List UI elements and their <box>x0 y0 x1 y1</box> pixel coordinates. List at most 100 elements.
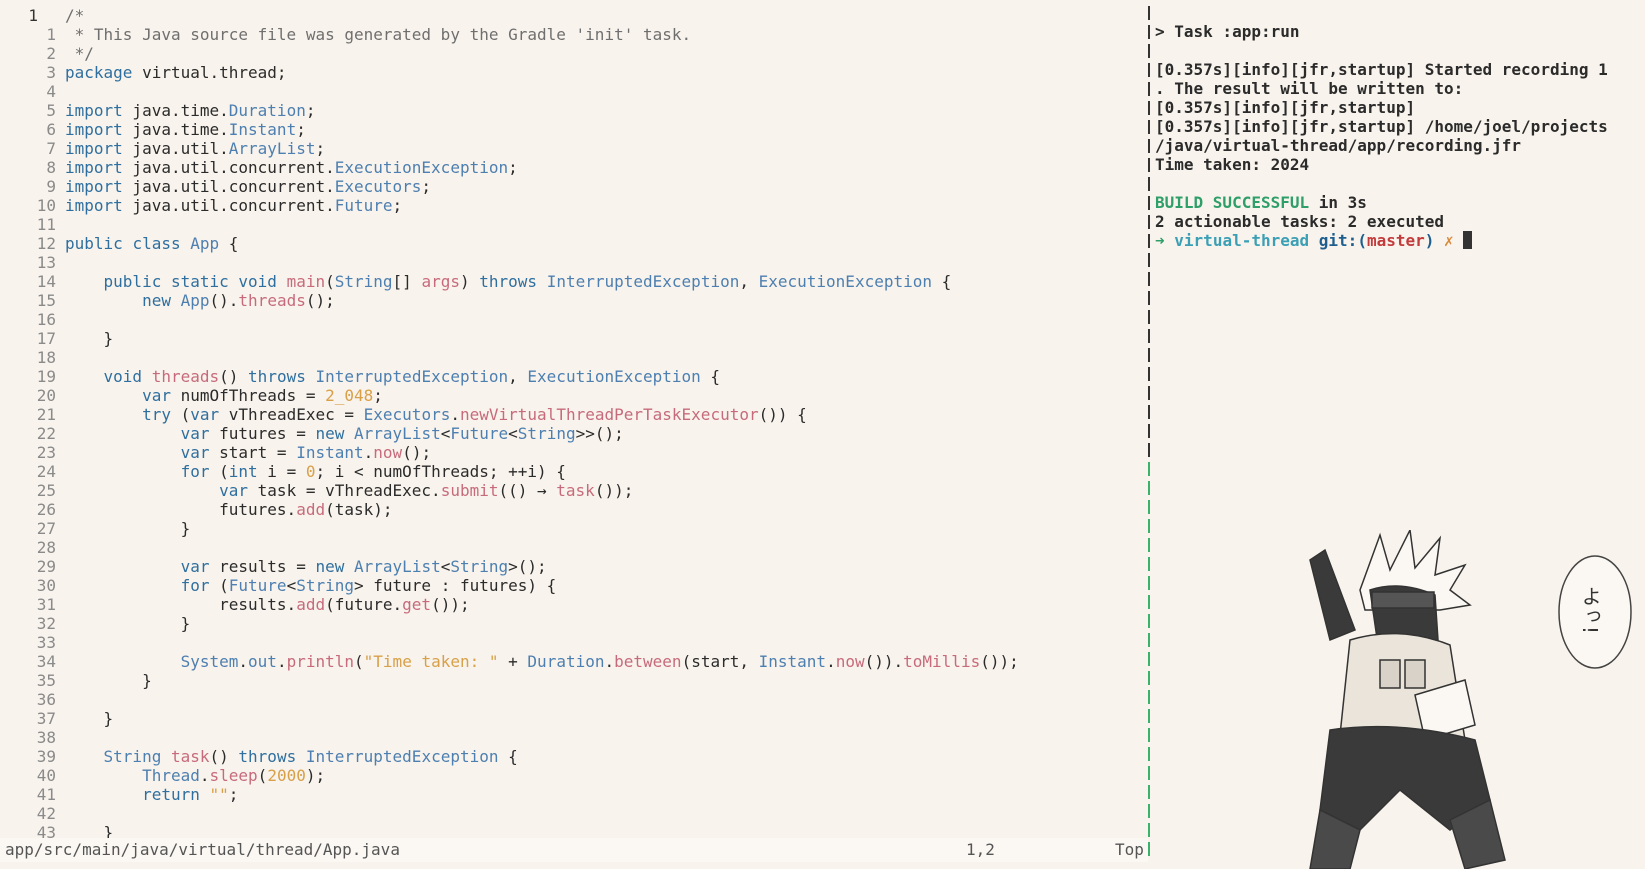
code-line[interactable]: 31 results.add(future.get()); <box>0 595 1146 614</box>
line-number: 8 <box>46 158 56 177</box>
line-number: 30 <box>36 576 56 595</box>
line-number: 27 <box>36 519 56 538</box>
code-line[interactable]: 3 package virtual.thread; <box>0 63 1146 82</box>
scroll-position: Top <box>1115 840 1144 859</box>
terminal-pane[interactable]: > Task :app:run [0.357s][info][jfr,startu… <box>1155 22 1635 250</box>
terminal-output-line: . The result will be written to: <box>1155 79 1464 98</box>
line-number: 31 <box>36 595 56 614</box>
code-text: var start = Instant.now(); <box>180 443 432 462</box>
code-line[interactable]: 38 <box>0 728 1146 747</box>
code-line[interactable]: 7 import java.util.ArrayList; <box>0 139 1146 158</box>
prompt-directory: virtual-thread <box>1174 231 1310 250</box>
code-line[interactable]: 27 } <box>0 519 1146 538</box>
line-number: 26 <box>36 500 56 519</box>
line-number: 6 <box>46 120 56 139</box>
code-line[interactable]: 26 futures.add(task); <box>0 500 1146 519</box>
code-text: } <box>65 614 191 633</box>
code-line[interactable]: 14 public static void main(String[] args… <box>0 272 1146 291</box>
divider-segment <box>1148 63 1150 77</box>
code-line[interactable]: 2 */ <box>0 44 1146 63</box>
divider-segment <box>1148 348 1150 362</box>
code-text: for (int i = 0; i < numOfThreads; ++i) { <box>180 462 566 481</box>
line-number: 13 <box>36 253 56 272</box>
code-text: Thread.sleep(2000); <box>142 766 326 785</box>
editor-statusline: app/src/main/java/virtual/thread/App.jav… <box>0 838 1148 862</box>
code-line[interactable]: 28 <box>0 538 1146 557</box>
line-number: 28 <box>36 538 56 557</box>
speech-text: よっ! <box>1578 586 1602 634</box>
code-line[interactable]: 10 import java.util.concurrent.Future; <box>0 196 1146 215</box>
code-line[interactable]: 41 return ""; <box>0 785 1146 804</box>
code-line[interactable]: 15 new App().threads(); <box>0 291 1146 310</box>
code-line[interactable]: 20 var numOfThreads = 2_048; <box>0 386 1146 405</box>
code-line[interactable]: 42 <box>0 804 1146 823</box>
build-status: BUILD SUCCESSFUL <box>1155 193 1310 212</box>
shell-prompt[interactable]: ➜ virtual-thread git:(master) ✗ <box>1155 231 1635 250</box>
code-line[interactable]: 21 try (var vThreadExec = Executors.newV… <box>0 405 1146 424</box>
code-line[interactable]: 36 <box>0 690 1146 709</box>
code-line[interactable]: 32 } <box>0 614 1146 633</box>
divider-segment <box>1148 367 1150 381</box>
ninja-illustration: よっ! <box>1309 530 1632 869</box>
divider-segment <box>1148 728 1150 742</box>
line-number: 11 <box>36 215 56 234</box>
line-number: 35 <box>36 671 56 690</box>
code-line[interactable]: 24 for (int i = 0; i < numOfThreads; ++i… <box>0 462 1146 481</box>
prompt-arrow-icon: ➜ <box>1155 231 1165 250</box>
divider-segment <box>1148 196 1150 210</box>
code-line[interactable]: 37 } <box>0 709 1146 728</box>
line-number: 19 <box>36 367 56 386</box>
code-text: var numOfThreads = 2_048; <box>142 386 383 405</box>
code-line[interactable]: 9 import java.util.concurrent.Executors; <box>0 177 1146 196</box>
line-number: 2 <box>46 44 56 63</box>
line-number: 18 <box>36 348 56 367</box>
code-line[interactable]: 35 } <box>0 671 1146 690</box>
code-line[interactable]: 12 public class App { <box>0 234 1146 253</box>
code-text: package virtual.thread; <box>65 63 287 82</box>
line-number: 3 <box>46 63 56 82</box>
code-line[interactable]: 16 <box>0 310 1146 329</box>
divider-segment <box>1148 804 1150 818</box>
divider-segment <box>1148 823 1150 837</box>
code-line[interactable]: 4 <box>0 82 1146 101</box>
actionable-tasks: 2 actionable tasks: 2 executed <box>1155 212 1444 231</box>
divider-segment <box>1148 386 1150 400</box>
divider-segment <box>1148 842 1150 856</box>
line-number: 34 <box>36 652 56 671</box>
code-line[interactable]: 39 String task() throws InterruptedExcep… <box>0 747 1146 766</box>
code-line[interactable]: 40 Thread.sleep(2000); <box>0 766 1146 785</box>
terminal-output-line: [0.357s][info][jfr,startup] <box>1155 98 1416 117</box>
code-line[interactable]: 8 import java.util.concurrent.ExecutionEx… <box>0 158 1146 177</box>
code-editor[interactable]: 1/* 1 * This Java source file was generat… <box>0 6 1146 842</box>
code-text: } <box>65 519 191 538</box>
code-line[interactable]: 1 /* <box>0 6 1146 25</box>
code-line[interactable]: 13 <box>0 253 1146 272</box>
code-text: import java.util.concurrent.ExecutionExc… <box>65 158 518 177</box>
code-line[interactable]: 29 var results = new ArrayList<String>()… <box>0 557 1146 576</box>
code-line[interactable]: 23 var start = Instant.now(); <box>0 443 1146 462</box>
divider-segment <box>1148 519 1150 533</box>
code-line[interactable]: 25 var task = vThreadExec.submit(() → ta… <box>0 481 1146 500</box>
line-number: 38 <box>36 728 56 747</box>
code-line[interactable]: 6 import java.time.Instant; <box>0 120 1146 139</box>
divider-segment <box>1148 234 1150 248</box>
code-line[interactable]: 30 for (Future<String> future : futures)… <box>0 576 1146 595</box>
code-line[interactable]: 22 var futures = new ArrayList<Future<St… <box>0 424 1146 443</box>
code-text: import java.time.Instant; <box>65 120 306 139</box>
divider-segment <box>1148 709 1150 723</box>
divider-segment <box>1148 329 1150 343</box>
divider-segment <box>1148 158 1150 172</box>
code-line[interactable]: 33 <box>0 633 1146 652</box>
code-line[interactable]: 5 import java.time.Duration; <box>0 101 1146 120</box>
code-line[interactable]: 11 <box>0 215 1146 234</box>
code-text: var futures = new ArrayList<Future<Strin… <box>180 424 624 443</box>
code-line[interactable]: 19 void threads() throws InterruptedExce… <box>0 367 1146 386</box>
code-line[interactable]: 1 * This Java source file was generated … <box>0 25 1146 44</box>
code-line[interactable]: 17 } <box>0 329 1146 348</box>
terminal-cursor <box>1463 231 1473 249</box>
code-line[interactable]: 34 System.out.println("Time taken: " + D… <box>0 652 1146 671</box>
terminal-output-line: /java/virtual-thread/app/recording.jfr <box>1155 136 1522 155</box>
code-line[interactable]: 18 <box>0 348 1146 367</box>
divider-segment <box>1148 538 1150 552</box>
code-text: new App().threads(); <box>142 291 335 310</box>
